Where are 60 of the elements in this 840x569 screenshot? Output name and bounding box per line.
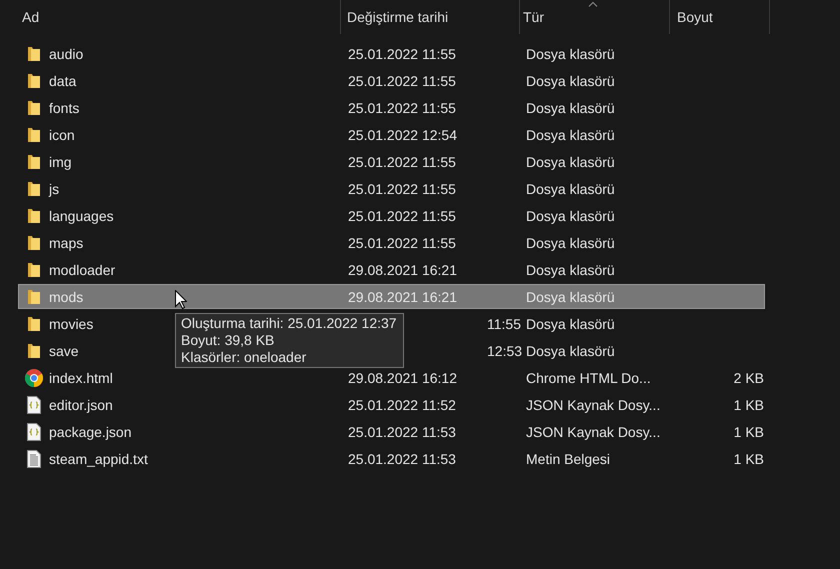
file-type: Dosya klasörü bbox=[526, 46, 615, 62]
tooltip-line: Boyut: 39,8 KB bbox=[181, 332, 276, 349]
date-modified: 25.01.2022 11:53 bbox=[348, 424, 456, 440]
file-size: 2 KB bbox=[734, 370, 764, 386]
date-modified: 29.08.2021 16:21 bbox=[348, 288, 457, 304]
date-modified: 25.01.2022 11:55 bbox=[348, 72, 456, 88]
date-modified: 25.01.2022 11:55 bbox=[348, 100, 456, 116]
file-name[interactable]: mods bbox=[49, 288, 84, 304]
tooltip-line: Oluşturma tarihi: 25.01.2022 12:37 bbox=[181, 315, 397, 332]
file-type: Dosya klasörü bbox=[526, 180, 615, 196]
file-name[interactable]: js bbox=[49, 180, 60, 196]
file-size: 1 KB bbox=[734, 396, 764, 412]
file-name[interactable]: steam_appid.txt bbox=[49, 450, 148, 466]
column-header[interactable]: Boyut bbox=[670, 0, 770, 34]
file-name[interactable]: package.json bbox=[49, 424, 132, 440]
file-type: Dosya klasörü bbox=[526, 100, 615, 116]
file-row[interactable]: mods 29.08.2021 16:21 Dosya klasörü bbox=[18, 284, 765, 309]
file-size: 1 KB bbox=[734, 450, 764, 466]
file-type: Chrome HTML Do... bbox=[526, 370, 651, 386]
tooltip-line: Klasörler: oneloader bbox=[181, 349, 308, 366]
file-type: Dosya klasörü bbox=[526, 154, 615, 170]
date-modified: 25.01.2022 12:54 bbox=[348, 126, 457, 142]
file-type: Dosya klasörü bbox=[526, 208, 615, 224]
file-size: 1 KB bbox=[734, 424, 764, 440]
file-name[interactable]: modloader bbox=[49, 262, 116, 278]
file-name[interactable]: maps bbox=[49, 234, 84, 250]
date-modified: 29.08.2021 16:12 bbox=[348, 370, 457, 386]
date-modified: 25.01.2022 11:52 bbox=[348, 396, 456, 412]
file-type: Dosya klasörü bbox=[526, 126, 615, 142]
file-name[interactable]: index.html bbox=[49, 370, 113, 386]
file-name[interactable]: editor.json bbox=[49, 396, 113, 412]
file-type: Dosya klasörü bbox=[526, 342, 615, 358]
date-modified: 25.01.2022 11:55 bbox=[348, 208, 456, 224]
file-name[interactable]: data bbox=[49, 72, 76, 88]
date-modified: 25.01.2022 11:55 bbox=[348, 234, 456, 250]
file-name[interactable]: icon bbox=[49, 126, 75, 142]
file-type: Dosya klasörü bbox=[526, 234, 615, 250]
file-type: Metin Belgesi bbox=[526, 450, 610, 466]
date-modified: 12:53 bbox=[487, 342, 522, 358]
date-modified: 25.01.2022 11:55 bbox=[348, 154, 456, 170]
file-name[interactable]: save bbox=[49, 342, 79, 358]
file-type: Dosya klasörü bbox=[526, 72, 615, 88]
date-modified: 11:55 bbox=[487, 316, 521, 332]
file-type: Dosya klasörü bbox=[526, 316, 615, 332]
file-type: JSON Kaynak Dosy... bbox=[526, 396, 660, 412]
column-header[interactable]: Tür bbox=[520, 0, 670, 34]
column-header[interactable]: Değiştirme tarihi bbox=[341, 0, 520, 34]
date-modified: 25.01.2022 11:55 bbox=[348, 46, 456, 62]
date-modified: 25.01.2022 11:53 bbox=[348, 450, 456, 466]
file-name[interactable]: img bbox=[49, 154, 72, 170]
date-modified: 29.08.2021 16:21 bbox=[348, 262, 457, 278]
file-name[interactable]: fonts bbox=[49, 100, 80, 116]
file-type: Dosya klasörü bbox=[526, 288, 615, 304]
column-header[interactable]: Ad bbox=[14, 0, 341, 34]
file-name[interactable]: languages bbox=[49, 208, 114, 224]
file-name[interactable]: movies bbox=[49, 316, 94, 332]
file-type: Dosya klasörü bbox=[526, 262, 615, 278]
date-modified: 25.01.2022 11:55 bbox=[348, 180, 456, 196]
file-name[interactable]: audio bbox=[49, 46, 84, 62]
file-type: JSON Kaynak Dosy... bbox=[526, 424, 660, 440]
